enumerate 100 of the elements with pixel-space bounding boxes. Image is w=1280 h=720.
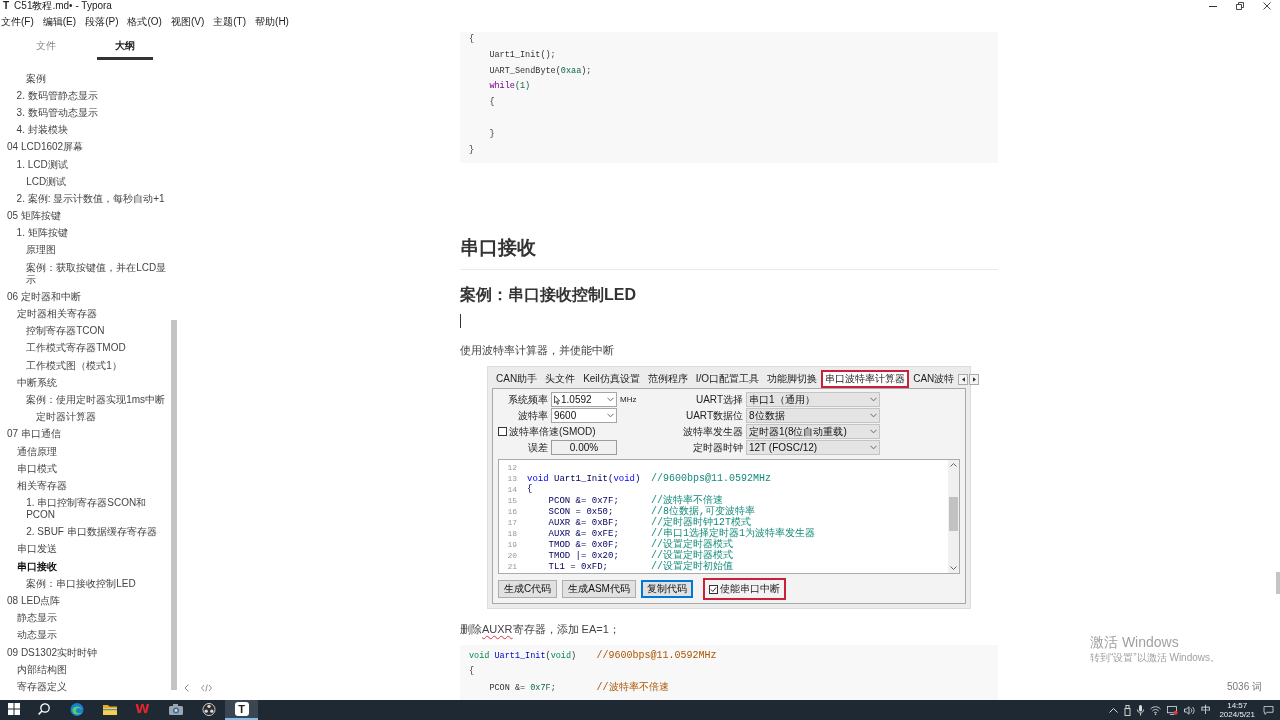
speaker-icon[interactable]	[1184, 705, 1196, 715]
tab[interactable]: Keil仿真设置	[579, 370, 644, 389]
tab-scroll-left-button[interactable]	[958, 373, 969, 385]
outline-item[interactable]: 寄存器定义	[16, 678, 67, 696]
menu-item[interactable]: 帮助(H)	[255, 15, 289, 29]
outline-item[interactable]: 静态显示	[16, 609, 57, 627]
code-line: }	[469, 144, 475, 155]
outline-item[interactable]: 2. 数码管静态显示	[16, 87, 98, 105]
outline-item[interactable]: LCD测试	[26, 173, 67, 191]
code-line: AUXR &= 0xFE; //串口1选择定时器1为波特率发生器	[547, 527, 815, 539]
notification-icon[interactable]	[1263, 705, 1274, 715]
dropdown-field[interactable]: 定时器1(8位自动重载)	[746, 424, 880, 440]
outline-item[interactable]: 原理图	[26, 241, 57, 260]
word-count[interactable]: 5036 词	[1226, 680, 1262, 694]
tab[interactable]: 头文件	[541, 370, 580, 389]
outline-item[interactable]: 串口发送	[16, 540, 57, 559]
field-label: 定时器时钟	[693, 440, 743, 455]
monitor-alert-icon[interactable]	[1167, 705, 1179, 715]
outline-item[interactable]: 通信原理	[16, 442, 57, 461]
action-button[interactable]: 生成C代码	[498, 580, 558, 599]
code-line: {	[488, 97, 495, 108]
tab[interactable]: CAN助手	[492, 370, 542, 389]
outline-item[interactable]: 串口接收	[16, 558, 57, 576]
usb-drive-icon[interactable]	[1124, 704, 1132, 716]
sidebar-tab[interactable]: 大纲	[97, 32, 153, 60]
outline-item[interactable]: 2. 案例: 显示计数值，每秒自动+1	[16, 190, 165, 208]
taskbar-button[interactable]: T	[225, 700, 258, 720]
outline-item[interactable]: 内部结构图	[16, 661, 67, 679]
line-number: 15	[506, 495, 517, 507]
microphone-icon[interactable]	[1137, 704, 1145, 716]
tab[interactable]: 功能脚切换	[763, 370, 822, 389]
outline-item[interactable]: 08 LED点阵	[7, 592, 61, 610]
code-line: SCON = 0x50; //8位数据,可变波特率	[547, 505, 755, 517]
code-editor[interactable]	[498, 459, 960, 575]
chevron-left-icon[interactable]	[184, 684, 189, 692]
scrollbar-track[interactable]	[948, 460, 959, 574]
tab[interactable]: CAN波特	[909, 370, 959, 389]
menu-item[interactable]: 视图(V)	[170, 15, 205, 29]
outline-item[interactable]: 定时器计算器	[35, 408, 96, 426]
menu-item[interactable]: 编辑(E)	[42, 15, 77, 29]
sidebar-tab[interactable]: 文件	[18, 32, 74, 60]
field-label: UART数据位	[685, 408, 743, 423]
action-button[interactable]: 复制代码	[640, 580, 693, 599]
chevron-up-icon[interactable]	[1109, 707, 1119, 713]
menu-item[interactable]: 主题(T)	[213, 15, 247, 29]
outline-item[interactable]: 2. SBUF 串口数据缓存寄存器	[26, 523, 157, 541]
chevron-down-icon	[870, 413, 877, 419]
outline-item[interactable]: 05 矩阵按键	[7, 207, 61, 225]
dropdown-field[interactable]: 12T (FOSC/12)	[746, 440, 880, 456]
outline-item[interactable]: 工作模式图（模式1）	[26, 357, 122, 375]
menu-item[interactable]: 文件(F)	[1, 15, 34, 29]
tab-scroll-right-button[interactable]	[969, 373, 980, 385]
combo-field[interactable]: 1.0592	[551, 392, 617, 408]
restore-icon	[1235, 2, 1244, 10]
outline-item[interactable]: 动态显示	[16, 626, 57, 644]
menu-item[interactable]: 段落(P)	[85, 15, 119, 29]
outline-item[interactable]: 4. 封装模块	[16, 121, 68, 139]
outline-item[interactable]: 工作模式寄存器TMOD	[26, 339, 126, 357]
scrollbar-thumb[interactable]	[1276, 572, 1280, 594]
outline-item[interactable]: 中断系统	[16, 374, 57, 392]
blades-circle-icon	[201, 702, 216, 716]
checkbox[interactable]: 使能串口中断	[702, 578, 786, 601]
dropdown-field[interactable]: 8位数据	[746, 408, 880, 424]
clock-time[interactable]: 14:57	[1227, 701, 1248, 710]
line-number: 21	[506, 561, 517, 573]
outline-item[interactable]: 相关寄存器	[16, 477, 67, 495]
code-brackets-icon[interactable]	[201, 684, 212, 692]
outline-item[interactable]: 案例：使用定时器实现1ms中断	[26, 391, 166, 409]
outline-item[interactable]: 串口模式	[16, 460, 57, 478]
outline-item[interactable]: 1. 矩阵按键	[16, 224, 68, 242]
outline-item[interactable]: 3. 数码管动态显示	[16, 104, 98, 122]
action-button[interactable]: 生成ASM代码	[562, 580, 636, 599]
outline-item[interactable]: 定时器相关寄存器	[16, 305, 97, 323]
scrollbar-thumb[interactable]	[171, 320, 177, 690]
tab[interactable]: 范例程序	[643, 370, 692, 389]
tab[interactable]: 串口波特率计算器	[821, 370, 910, 389]
checkbox[interactable]: 波特率倍速(SMOD)	[498, 424, 644, 439]
chevron-up-icon	[950, 463, 957, 468]
dropdown-field[interactable]: 串口1（通用）	[746, 392, 880, 408]
wifi-icon[interactable]	[1150, 705, 1162, 715]
outline-item[interactable]: 1. LCD测试	[16, 155, 68, 174]
code-line: void Uart1_Init(void) //9600bps@11.0592MHz	[527, 472, 772, 484]
outline-item[interactable]: 07 串口通信	[7, 425, 61, 443]
outline-item[interactable]: 09 DS1302实时时钟	[7, 644, 98, 662]
outline-item[interactable]: 04 LCD1602屏幕	[7, 138, 84, 156]
outline-item[interactable]: 案例：获取按键值，并在LCD显示	[26, 259, 170, 289]
scrollbar-thumb[interactable]	[949, 497, 958, 532]
code-line: PCON &= 0x7F; //波特率不倍速	[547, 494, 723, 506]
combo-field[interactable]: 9600	[551, 408, 617, 424]
outline-item[interactable]: 控制寄存器TCON	[26, 322, 105, 340]
outline-item[interactable]: 1. 串口控制寄存器SCON和PCON	[26, 494, 170, 524]
code-line: UART_SendByte(0xaa);	[488, 65, 592, 76]
input-method-indicator[interactable]: 中	[1201, 703, 1212, 717]
outline-item[interactable]: 06 定时器和中断	[7, 288, 81, 306]
outline-item[interactable]: 案例	[26, 70, 47, 88]
outline-item[interactable]: 案例：串口接收控制LED	[26, 575, 136, 593]
menu-item[interactable]: 格式(O)	[127, 15, 162, 29]
code-line: {	[469, 34, 475, 44]
tab[interactable]: I/O口配置工具	[691, 370, 764, 389]
clock-date[interactable]: 2024/5/21	[1219, 710, 1255, 719]
